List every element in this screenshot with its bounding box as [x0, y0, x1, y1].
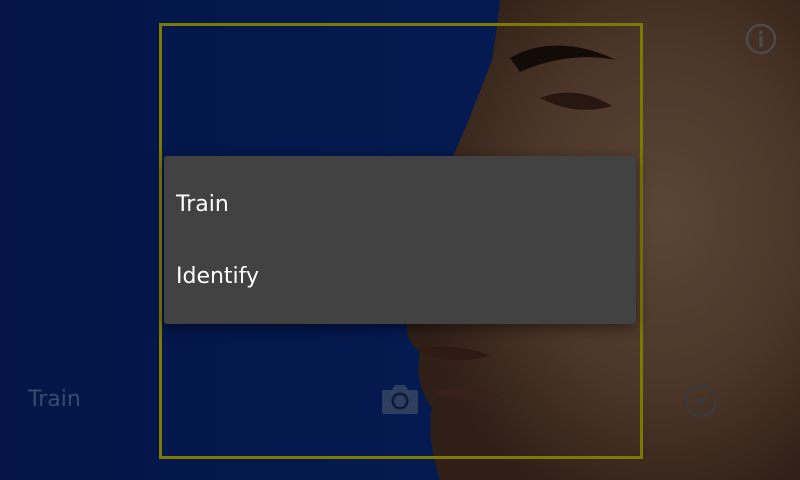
menu-item-label: Identify: [176, 263, 260, 289]
mode-dropdown-button[interactable]: [684, 384, 718, 418]
menu-item-identify[interactable]: Identify: [164, 240, 636, 312]
menu-item-label: Train: [176, 191, 229, 217]
mode-label: Train: [28, 387, 81, 412]
camera-icon: [382, 385, 418, 414]
info-icon: [745, 23, 777, 55]
mode-menu: Train Identify: [164, 156, 636, 324]
camera-screen: Train Train Identify: [0, 0, 800, 480]
chevron-down-circle-icon: [684, 384, 718, 418]
menu-item-train[interactable]: Train: [164, 168, 636, 240]
info-button[interactable]: [744, 22, 778, 56]
capture-button[interactable]: [380, 382, 420, 416]
